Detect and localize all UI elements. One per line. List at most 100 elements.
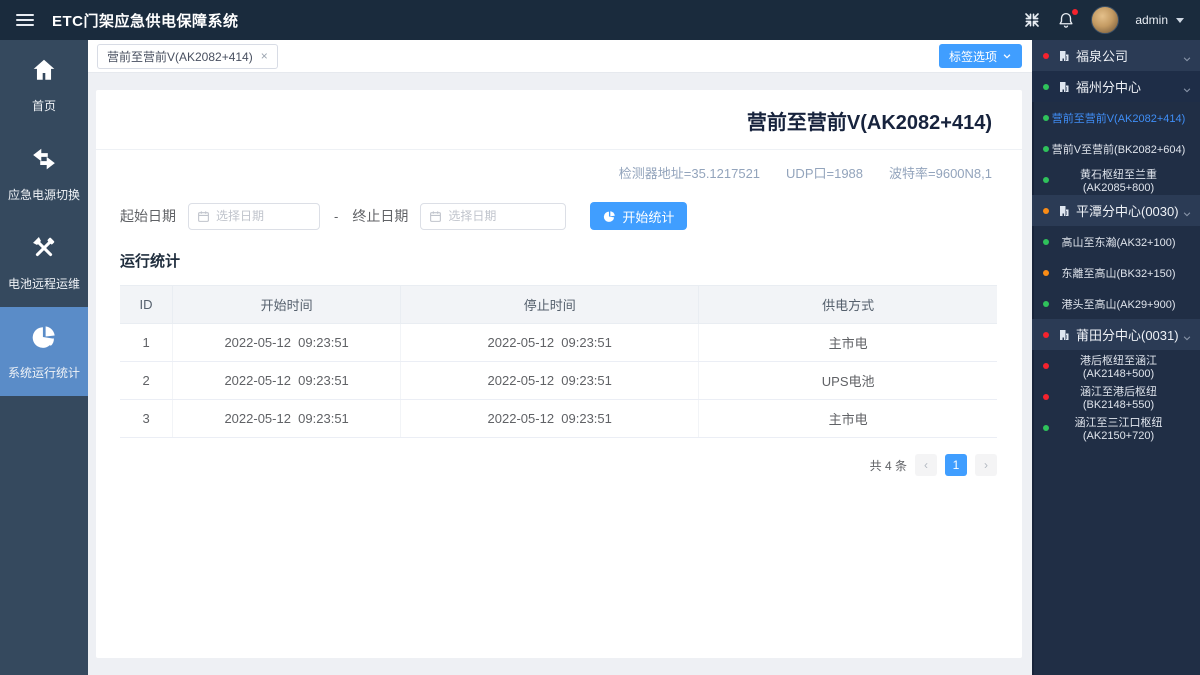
home-icon (31, 57, 57, 88)
user-menu-caret-icon[interactable] (1176, 17, 1184, 23)
tree-group-label: 福州分中心 (1076, 80, 1142, 95)
udp-port: UDP口=1988 (786, 166, 864, 181)
table-row[interactable]: 1 2022-05-12 09:23:51 2022-05-12 09:23:5… (120, 323, 997, 362)
tools-icon (31, 235, 57, 266)
status-dot (1043, 83, 1049, 90)
topbar-actions: admin (1023, 6, 1184, 34)
page-title: 营前至营前V(AK2082+414) (96, 90, 1022, 150)
tab-yingqian[interactable]: 营前至营前V(AK2082+414) × (97, 43, 278, 69)
user-avatar[interactable] (1091, 6, 1120, 34)
sidebar-item-home[interactable]: 首页 (0, 40, 88, 129)
tree-leaf-label: 黄石枢纽至兰重(AK2085+800) (1080, 168, 1157, 194)
next-page-button[interactable]: › (975, 454, 997, 476)
start-date-input[interactable] (216, 209, 311, 223)
tree-group-pingtan[interactable]: 平潭分中心(0030) (1032, 195, 1200, 226)
tab-bar: 营前至营前V(AK2082+414) × 标签选项 (88, 40, 1032, 73)
tree-leaf-label: 高山至东瀚(AK32+100) (1061, 236, 1176, 249)
tree-group-label: 平潭分中心(0030) (1076, 204, 1179, 219)
tree-group-label: 福泉公司 (1076, 49, 1129, 64)
tree-leaf-donghan-gaoshan[interactable]: 东離至高山(BK32+150) (1032, 257, 1200, 288)
detail-card: 营前至营前V(AK2082+414) 检测器地址=35.1217521 UDP口… (96, 90, 1022, 658)
detector-address: 检测器地址=35.1217521 (618, 166, 761, 181)
notification-badge (1072, 9, 1079, 15)
chevron-down-icon (1182, 206, 1192, 216)
chevron-down-icon (1182, 330, 1192, 340)
total-count: 共 4 条 (869, 458, 907, 473)
baud-rate: 波特率=9600N8,1 (889, 166, 992, 181)
app-title: ETC门架应急供电保障系统 (52, 12, 239, 30)
range-separator: - (334, 208, 339, 224)
sidebar-item-label: 电池远程运维 (7, 277, 80, 291)
device-meta: 检测器地址=35.1217521 UDP口=1988 波特率=9600N8,1 (96, 150, 1022, 182)
table-row[interactable]: 2 2022-05-12 09:23:51 2022-05-12 09:23:5… (120, 361, 997, 400)
tree-leaf-hanjiang-sanjiangkou[interactable]: 涵江至三江口枢纽(AK2150+720) (1032, 412, 1200, 443)
building-icon (1058, 205, 1070, 217)
col-start-time: 开始时间 (172, 285, 401, 324)
end-date-input[interactable] (448, 209, 558, 223)
cell-power-mode: 主市电 (698, 323, 997, 362)
left-sidebar: 首页 应急电源切换 电池远程运维 系统运行统计 (0, 40, 88, 675)
date-range-form: 起始日期 - 终止日期 (120, 202, 1022, 230)
col-id: ID (120, 285, 173, 324)
tree-group-putian[interactable]: 莆田分中心(0031) (1032, 319, 1200, 350)
cell-start-time: 2022-05-12 09:23:51 (172, 361, 401, 400)
calendar-icon (430, 210, 442, 222)
tree-leaf-gaoshan-donghan[interactable]: 高山至东瀚(AK32+100) (1032, 226, 1200, 257)
cell-start-time: 2022-05-12 09:23:51 (172, 323, 401, 362)
prev-page-button[interactable]: ‹ (915, 454, 937, 476)
status-dot (1043, 331, 1049, 338)
cell-start-time: 2022-05-12 09:23:51 (172, 399, 401, 438)
section-title: 运行统计 (120, 253, 181, 270)
tree-group-label: 莆田分中心(0031) (1076, 328, 1179, 343)
tree-leaf-huangshi[interactable]: 黄石枢纽至兰重(AK2085+800) (1032, 164, 1200, 195)
sidebar-item-power-switch[interactable]: 应急电源切换 (0, 129, 88, 218)
sidebar-item-label: 应急电源切换 (7, 188, 80, 202)
tag-options-button[interactable]: 标签选项 (938, 44, 1022, 68)
notification-bell-icon[interactable] (1057, 9, 1079, 29)
page-1-button[interactable]: 1 (945, 454, 967, 476)
sidebar-item-run-stats[interactable]: 系统运行统计 (0, 307, 88, 396)
topbar: ETC门架应急供电保障系统 admin (0, 0, 1200, 40)
start-date-field[interactable] (188, 202, 320, 230)
building-icon (1058, 50, 1070, 62)
tree-group-fuzhou[interactable]: 福州分中心 (1032, 71, 1200, 102)
tree-leaf-label: 涵江至港后枢纽(BK2148+550) (1080, 385, 1157, 411)
tab-close-icon[interactable]: × (261, 50, 268, 62)
pie-chart-icon (604, 210, 616, 222)
tag-options-label: 标签选项 (948, 49, 997, 64)
cell-stop-time: 2022-05-12 09:23:51 (400, 323, 699, 362)
tree-group-fuquan[interactable]: 福泉公司 (1032, 40, 1200, 71)
sidebar-item-battery-ops[interactable]: 电池远程运维 (0, 218, 88, 307)
tree-leaf-yingqian-bk[interactable]: 营前V至营前(BK2082+604) (1032, 133, 1200, 164)
tree-leaf-label: 港头至高山(AK29+900) (1061, 298, 1176, 311)
tree-leaf-ganghou-hanjiang[interactable]: 港后枢纽至涵江(AK2148+500) (1032, 350, 1200, 381)
chevron-down-icon (1182, 82, 1192, 92)
table-header-row: ID 开始时间 停止时间 供电方式 (120, 285, 997, 324)
chevron-down-icon (1003, 54, 1011, 59)
start-statistics-button[interactable]: 开始统计 (590, 202, 688, 230)
cell-id: 3 (120, 399, 173, 438)
table-row[interactable]: 3 2022-05-12 09:23:51 2022-05-12 09:23:5… (120, 399, 997, 438)
chevron-down-icon (1182, 51, 1192, 61)
status-dot (1043, 52, 1049, 59)
cell-id: 2 (120, 361, 173, 400)
fullscreen-icon[interactable] (1023, 11, 1041, 29)
tree-leaf-yingqian-v[interactable]: 营前至营前V(AK2082+414) (1032, 102, 1200, 133)
pagination: 共 4 条 ‹ 1 › (120, 454, 997, 476)
tree-leaf-hanjiang-ganghou[interactable]: 涵江至港后枢纽(BK2148+550) (1032, 381, 1200, 412)
username-label[interactable]: admin (1135, 13, 1168, 27)
tree-leaf-label: 营前至营前V(AK2082+414) (1051, 112, 1186, 125)
card-container: 营前至营前V(AK2082+414) 检测器地址=35.1217521 UDP口… (88, 73, 1032, 675)
end-date-field[interactable] (420, 202, 567, 230)
tree-leaf-gangtou-gaoshan[interactable]: 港头至高山(AK29+900) (1032, 288, 1200, 319)
status-dot (1043, 207, 1049, 214)
cell-power-mode: 主市电 (698, 399, 997, 438)
calendar-icon (198, 210, 209, 222)
sidebar-item-label: 系统运行统计 (7, 366, 80, 380)
hamburger-menu-icon[interactable] (16, 14, 34, 26)
start-statistics-label: 开始统计 (622, 209, 675, 225)
tree-leaf-label: 港后枢纽至涵江(AK2148+500) (1080, 354, 1157, 380)
building-icon (1058, 81, 1070, 93)
tab-label: 营前至营前V(AK2082+414) (107, 49, 253, 64)
tree-leaf-label: 营前V至营前(BK2082+604) (1051, 143, 1186, 156)
